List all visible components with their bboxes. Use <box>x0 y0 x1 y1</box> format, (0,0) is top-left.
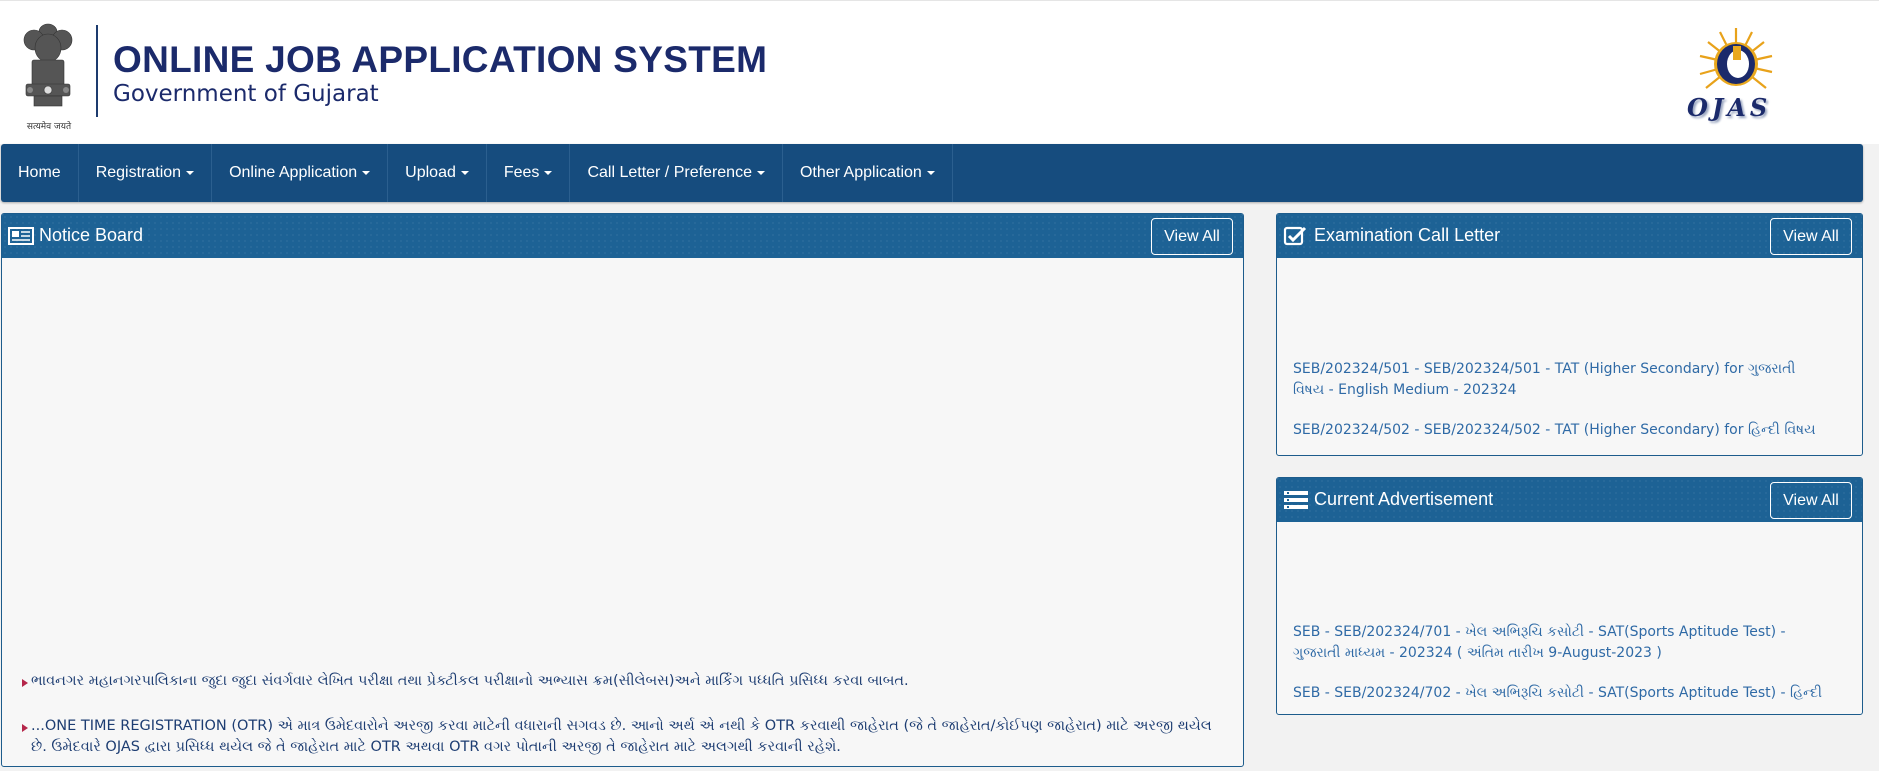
list-item: SEB/202324/501 - SEB/202324/501 - TAT (H… <box>1293 359 1823 401</box>
caret-down-icon <box>544 170 553 175</box>
nav-label: Registration <box>95 164 182 181</box>
page: सत्यमेव जयते ONLINE JOB APPLICATION SYST… <box>0 0 1879 771</box>
emblem-caption: सत्यमेव जयते <box>26 122 72 132</box>
nav-call-letter-preference[interactable]: Call Letter / Preference <box>570 144 783 202</box>
nav-online-application[interactable]: Online Application <box>212 144 389 202</box>
nav-other-application[interactable]: Other Application <box>783 144 953 202</box>
nav-fees[interactable]: Fees <box>487 144 571 202</box>
ojas-logo-text: OJAS <box>1687 93 1772 122</box>
page-subtitle: Government of Gujarat <box>113 81 379 107</box>
caret-down-icon <box>186 170 195 175</box>
newspaper-icon <box>8 227 34 245</box>
nav-label: Other Application <box>799 164 922 181</box>
notice-board-view-all-button[interactable]: View All <box>1151 218 1233 255</box>
advertisement-list: SEB - SEB/202324/701 - ખેલ અભિરૂચિ કસોટી… <box>1293 622 1823 714</box>
advertisement-header: Current Advertisement View All <box>1277 478 1862 522</box>
advertisement-link[interactable]: SEB - SEB/202324/702 - ખેલ અભિરૂચિ કસોટી… <box>1293 685 1822 701</box>
caret-down-icon <box>926 170 935 175</box>
header-divider <box>96 25 98 117</box>
nav-label: Fees <box>503 164 540 181</box>
notice-board-header: Notice Board View All <box>2 214 1243 258</box>
list-item: SEB - SEB/202324/701 - ખેલ અભિરૂચિ કસોટી… <box>1293 622 1823 664</box>
call-letter-panel: Examination Call Letter View All SEB/202… <box>1276 213 1863 456</box>
advertisement-view-all-button[interactable]: View All <box>1770 482 1852 519</box>
bullet-arrow-icon <box>22 679 28 687</box>
advertisement-title: Current Advertisement <box>1314 489 1494 509</box>
nav-label: Call Letter / Preference <box>587 164 752 181</box>
advertisement-panel: Current Advertisement View All SEB - SEB… <box>1276 477 1863 715</box>
advertisement-body[interactable]: SEB - SEB/202324/701 - ખેલ અભિરૂચિ કસોટી… <box>1277 522 1862 714</box>
call-letter-view-all-button[interactable]: View All <box>1770 218 1852 255</box>
notice-board-body[interactable]: ભાવનગર મહાનગરપાલિકાના જુદા જુદા સંવર્ગવા… <box>2 258 1243 766</box>
list-item: SEB - SEB/202324/702 - ખેલ અભિરૂચિ કસોટી… <box>1293 683 1823 704</box>
notice-link[interactable]: ભાવનગર મહાનગરપાલિકાના જુદા જુદા સંવર્ગવા… <box>31 673 909 689</box>
notice-link[interactable]: ...ONE TIME REGISTRATION (OTR) એ માત્ર ઉ… <box>31 718 1212 755</box>
notice-board-panel: Notice Board View All ભાવનગર મહાનગરપાલિક… <box>1 213 1244 767</box>
advertisement-link[interactable]: SEB - SEB/202324/701 - ખેલ અભિરૂચિ કસોટી… <box>1293 624 1786 661</box>
bullet-arrow-icon <box>22 724 28 732</box>
list-item: SEB/202324/502 - SEB/202324/502 - TAT (H… <box>1293 420 1823 441</box>
nav-label: Home <box>18 164 61 181</box>
list-lines-icon <box>1284 491 1308 509</box>
caret-down-icon <box>460 170 469 175</box>
nav-home[interactable]: Home <box>1 144 79 202</box>
call-letter-link[interactable]: SEB/202324/502 - SEB/202324/502 - TAT (H… <box>1293 422 1816 438</box>
call-letter-header: Examination Call Letter View All <box>1277 214 1862 258</box>
caret-down-icon <box>756 170 765 175</box>
list-item: ભાવનગર મહાનગરપાલિકાના જુદા જુદા સંવર્ગવા… <box>22 671 1222 692</box>
nav-label: Online Application <box>229 164 358 181</box>
call-letter-link[interactable]: SEB/202324/501 - SEB/202324/501 - TAT (H… <box>1293 361 1795 398</box>
nav-label: Upload <box>405 164 456 181</box>
page-title: ONLINE JOB APPLICATION SYSTEM <box>113 39 768 80</box>
notice-list: ભાવનગર મહાનગરપાલિકાના જુદા જુદા સંવર્ગવા… <box>22 671 1222 766</box>
main-navbar: Home Registration Online Application Upl… <box>1 144 1863 202</box>
nav-upload[interactable]: Upload <box>388 144 487 202</box>
call-letter-list: SEB/202324/501 - SEB/202324/501 - TAT (H… <box>1293 359 1823 455</box>
site-header: सत्यमेव जयते ONLINE JOB APPLICATION SYST… <box>0 0 1879 144</box>
list-item: ...ONE TIME REGISTRATION (OTR) એ માત્ર ઉ… <box>22 716 1222 758</box>
call-letter-title: Examination Call Letter <box>1314 225 1501 245</box>
notice-board-title: Notice Board <box>39 225 144 245</box>
nav-registration[interactable]: Registration <box>79 144 213 202</box>
call-letter-body[interactable]: SEB/202324/501 - SEB/202324/501 - TAT (H… <box>1277 258 1862 455</box>
checkbox-checked-icon <box>1283 226 1307 246</box>
caret-down-icon <box>362 170 371 175</box>
national-emblem-icon <box>23 23 73 107</box>
